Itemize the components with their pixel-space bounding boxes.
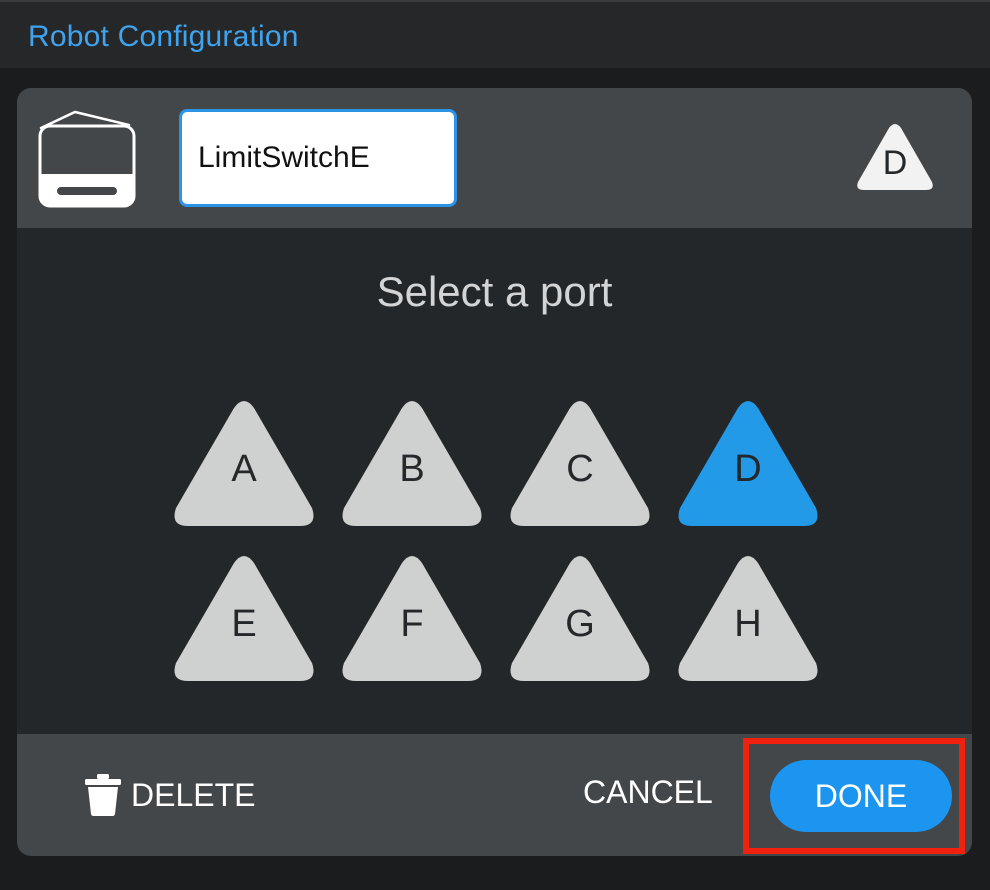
port-f-button[interactable]: F <box>340 553 484 683</box>
port-label: H <box>734 603 762 645</box>
title-bar: Robot Configuration <box>0 0 990 68</box>
port-a-button[interactable]: A <box>172 398 316 528</box>
port-label: A <box>231 448 257 490</box>
port-d-button[interactable]: D <box>676 398 820 528</box>
port-config-dialog: D Select a port ABCDEFGH DELETE CANCEL D… <box>17 88 972 856</box>
port-label: G <box>565 603 595 645</box>
port-b-button[interactable]: B <box>340 398 484 528</box>
port-e-button[interactable]: E <box>172 553 316 683</box>
port-g-button[interactable]: G <box>508 553 652 683</box>
port-c-button[interactable]: C <box>508 398 652 528</box>
port-label: B <box>399 448 425 490</box>
cancel-button[interactable]: CANCEL <box>583 774 713 811</box>
delete-button[interactable]: DELETE <box>83 772 255 818</box>
port-h-button[interactable]: H <box>676 553 820 683</box>
port-label: D <box>734 448 762 490</box>
dialog-footer: DELETE CANCEL DONE <box>17 734 972 856</box>
done-button[interactable]: DONE <box>770 760 952 832</box>
port-label: C <box>566 448 594 490</box>
delete-button-label: DELETE <box>131 776 256 813</box>
port-label: E <box>231 603 257 645</box>
trash-icon <box>85 774 121 816</box>
port-label: F <box>400 603 424 645</box>
window-title: Robot Configuration <box>28 20 299 53</box>
